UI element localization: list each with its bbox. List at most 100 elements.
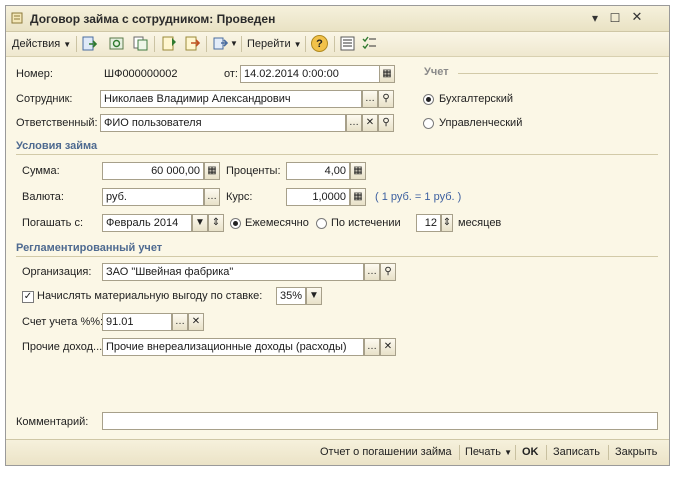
bottom-bar: Отчет о погашении займа Печать ▼ OK Запи…: [6, 439, 669, 465]
radio-monthly[interactable]: [230, 218, 241, 229]
document-structure-icon[interactable]: [161, 35, 178, 52]
months-field[interactable]: 12: [416, 214, 441, 232]
loan-repayment-report-button[interactable]: Отчет о погашении займа: [320, 446, 452, 458]
toolbar-separator: [241, 36, 242, 52]
calculator-icon[interactable]: ▦: [204, 162, 220, 180]
spinner-icon[interactable]: ⇕: [441, 214, 453, 232]
search-icon[interactable]: ⚲: [378, 114, 394, 132]
select-responsible-button[interactable]: …: [346, 114, 362, 132]
toolbar-separator: [206, 36, 207, 52]
bottom-separator: [459, 445, 460, 460]
uchet-group-title: Учет: [424, 66, 449, 78]
calendar-icon[interactable]: ▦: [379, 65, 395, 83]
account-field[interactable]: 91.01: [102, 313, 172, 331]
window-menu-button[interactable]: ▾: [588, 11, 602, 25]
responsible-field[interactable]: ФИО пользователя: [100, 114, 346, 132]
maximize-button[interactable]: ☐: [608, 11, 622, 25]
select-organization-button[interactable]: …: [364, 263, 380, 281]
chevron-down-icon: ▼: [504, 448, 513, 457]
date-field[interactable]: 14.02.2014 0:00:00: [240, 65, 380, 83]
percent-label: Проценты:: [226, 165, 281, 177]
comment-field[interactable]: [102, 412, 658, 430]
radio-management[interactable]: [423, 118, 434, 129]
chevron-down-icon[interactable]: ▼: [192, 214, 208, 232]
print-menu-label: Печать: [465, 446, 502, 458]
responsible-label: Ответственный:: [16, 117, 98, 129]
based-on-icon[interactable]: [212, 35, 229, 52]
account-label: Счет учета %%:: [22, 316, 104, 328]
calculator-icon[interactable]: ▦: [350, 162, 366, 180]
percent-field[interactable]: 4,00: [286, 162, 350, 180]
copy-icon[interactable]: [132, 35, 149, 52]
date-label: от:: [224, 68, 238, 80]
bottom-separator: [546, 445, 547, 460]
currency-field[interactable]: руб.: [102, 188, 204, 206]
select-account-button[interactable]: …: [172, 313, 188, 331]
repay-field[interactable]: Февраль 2014: [102, 214, 192, 232]
post-document-icon[interactable]: [81, 35, 98, 52]
currency-label: Валюта:: [22, 191, 64, 203]
actions-menu-label: Действия: [12, 38, 61, 50]
actions-menu[interactable]: Действия ▼: [12, 36, 71, 52]
select-currency-button[interactable]: …: [204, 188, 220, 206]
clear-icon[interactable]: ✕: [362, 114, 378, 132]
select-employee-button[interactable]: …: [362, 90, 378, 108]
radio-accounting[interactable]: [423, 94, 434, 105]
toolbar-separator: [76, 36, 77, 52]
ok-button[interactable]: OK: [522, 446, 539, 458]
spinner-icon[interactable]: ⇕: [208, 214, 224, 232]
radio-at-end[interactable]: [316, 218, 327, 229]
employee-label: Сотрудник:: [16, 93, 73, 105]
toolbar-separator: [305, 36, 306, 52]
regulated-line: [16, 256, 658, 257]
employee-field[interactable]: Николаев Владимир Александрович: [100, 90, 362, 108]
bottom-separator: [608, 445, 609, 460]
close-button[interactable]: Закрыть: [615, 446, 657, 458]
organization-label: Организация:: [22, 266, 92, 278]
benefit-checkbox[interactable]: ✓: [22, 291, 34, 303]
print-menu[interactable]: Печать ▼: [465, 446, 512, 458]
rate-field[interactable]: 1,0000: [286, 188, 350, 206]
document-icon: [11, 12, 23, 24]
sum-label: Сумма:: [22, 165, 60, 177]
calculator-icon[interactable]: ▦: [350, 188, 366, 206]
movements-icon[interactable]: [184, 35, 201, 52]
benefit-rate-field[interactable]: 35%: [276, 287, 306, 305]
loan-terms-title: Условия займа: [16, 140, 98, 152]
loan-document-window: Договор займа с сотрудником: Проведен ▾ …: [5, 5, 670, 466]
regulated-title: Регламентированный учет: [16, 242, 163, 254]
radio-at-end-label: По истечении: [331, 217, 401, 229]
chevron-down-icon[interactable]: ▼: [230, 36, 238, 52]
radio-management-label: Управленческий: [439, 117, 523, 129]
uchet-group-line: [458, 73, 658, 74]
search-icon[interactable]: ⚲: [378, 90, 394, 108]
form-settings-icon[interactable]: [339, 35, 356, 52]
help-icon[interactable]: ?: [311, 35, 328, 52]
save-button[interactable]: Записать: [553, 446, 600, 458]
goto-menu[interactable]: Перейти ▼: [247, 36, 302, 52]
loan-terms-line: [16, 154, 658, 155]
chevron-down-icon: ▼: [63, 40, 72, 49]
clear-icon[interactable]: ✕: [188, 313, 204, 331]
months-label: месяцев: [458, 217, 502, 229]
radio-accounting-label: Бухгалтерский: [439, 93, 514, 105]
benefit-label: Начислять материальную выгоду по ставке:: [37, 290, 263, 302]
refresh-icon[interactable]: [108, 35, 125, 52]
title-bar: Договор займа с сотрудником: Проведен ▾ …: [6, 6, 669, 32]
other-income-field[interactable]: Прочие внереализационные доходы (расходы…: [102, 338, 364, 356]
select-other-income-button[interactable]: …: [364, 338, 380, 356]
sum-field[interactable]: 60 000,00: [102, 162, 204, 180]
organization-field[interactable]: ЗАО "Швейная фабрика": [102, 263, 364, 281]
clear-icon[interactable]: ✕: [380, 338, 396, 356]
chevron-down-icon[interactable]: ▼: [306, 287, 322, 305]
chevron-down-icon: ▼: [293, 40, 302, 49]
other-income-label: Прочие доход...: [22, 341, 103, 353]
search-icon[interactable]: ⚲: [380, 263, 396, 281]
number-field[interactable]: ШФ000000002: [100, 65, 219, 83]
close-window-button[interactable]: ✕: [630, 10, 644, 24]
checklist-icon[interactable]: [361, 35, 378, 52]
bottom-separator: [515, 445, 516, 460]
toolbar-separator: [334, 36, 335, 52]
repay-label: Погашать с:: [22, 217, 83, 229]
rate-note: ( 1 руб. = 1 руб. ): [375, 191, 462, 203]
